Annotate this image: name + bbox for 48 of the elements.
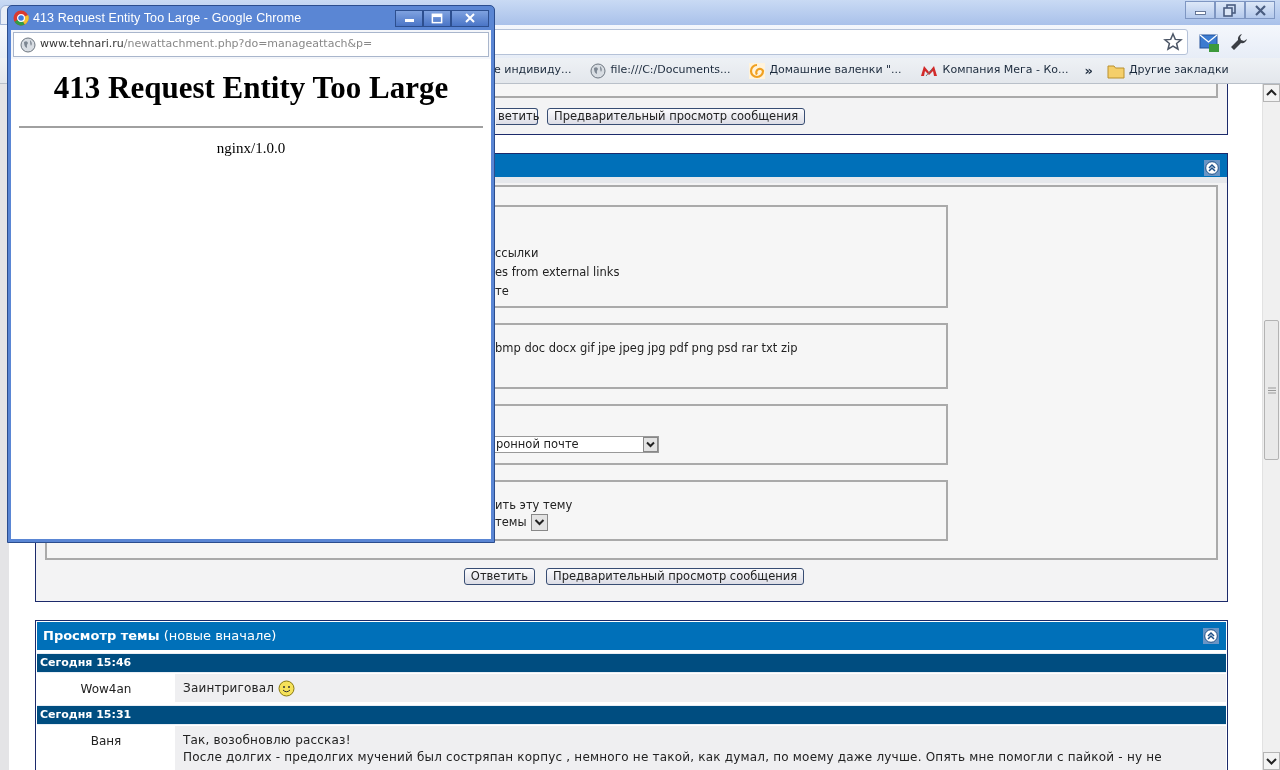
bookmark-label: Домашние валенки "... — [769, 62, 902, 79]
close-button[interactable] — [1245, 1, 1275, 19]
post-author[interactable]: Wow4an — [80, 681, 132, 702]
maximize-button[interactable] — [423, 9, 451, 27]
chrome-logo-icon — [13, 10, 29, 26]
scrollbar-thumb[interactable] — [1264, 320, 1279, 460]
url-field[interactable]: www.tehnari.ru/newattachment.php?do=manageattach&p= — [13, 32, 489, 57]
folder-icon — [1107, 62, 1125, 79]
window-title: 413 Request Entity Too Large - Google Chrome — [33, 9, 302, 27]
option-text: ссылки — [495, 245, 540, 262]
post-button[interactable]: Предварительный просмотр сообщения — [546, 568, 805, 585]
minimize-button[interactable] — [1185, 1, 1215, 19]
scrollbar[interactable] — [1262, 84, 1280, 770]
option-text: es from external links — [495, 264, 621, 281]
collapse-icon[interactable] — [1203, 628, 1219, 644]
scroll-up-icon[interactable] — [1263, 84, 1280, 102]
more-bookmarks-button[interactable]: » — [1084, 64, 1093, 77]
error-heading: 413 Request Entity Too Large — [53, 69, 449, 107]
minimize-icon — [1194, 11, 1206, 15]
message-text: После долгих - предолгих мучений был состряпан корпус , немного не такой, как думал, по моему даже лучше. Опять мне помогли с пайкой - ну не — [183, 749, 1162, 766]
bookmark-item[interactable]: е индивиду... — [494, 62, 572, 79]
minimize-icon — [404, 19, 414, 22]
bookmark-label: file:///C:/Documents... — [610, 62, 731, 79]
globe-icon — [20, 36, 36, 53]
post-button[interactable]: Ответить — [463, 568, 536, 585]
post-date: Сегодня 15:46 — [37, 653, 1226, 673]
collapse-icon[interactable] — [1204, 159, 1220, 176]
close-button[interactable] — [451, 9, 489, 27]
message-text: Так, возобновлю рассказ! — [183, 732, 351, 749]
bookmark-label: Компания Мега - Ко... — [942, 62, 1069, 79]
globe-icon — [589, 62, 606, 79]
swirl-icon — [748, 62, 765, 79]
scroll-down-icon[interactable] — [1263, 752, 1280, 770]
restore-button[interactable] — [1215, 1, 1245, 19]
option-text: ить эту тему — [495, 497, 574, 514]
option-text: bmp doc docx gif jpe jpeg jpg pdf png psd rar txt zip — [495, 340, 799, 357]
post-button[interactable]: Предварительный просмотр сообщения — [547, 108, 806, 125]
post-author[interactable]: Ваня — [90, 733, 122, 770]
grip-icon — [1267, 386, 1276, 394]
option-text: те — [495, 283, 510, 300]
other-bookmarks-link[interactable]: Другие закладки — [1129, 62, 1229, 79]
server-info: nginx/1.0.0 — [216, 139, 286, 158]
section-title: Просмотр темы (новые вначале) — [43, 627, 277, 646]
message-text: Заинтриговал — [183, 680, 275, 697]
post-date: Сегодня 15:31 — [37, 705, 1226, 725]
star-icon[interactable] — [1163, 31, 1183, 52]
dropdown-select[interactable]: темы — [475, 514, 548, 531]
minimize-button[interactable] — [395, 9, 423, 27]
